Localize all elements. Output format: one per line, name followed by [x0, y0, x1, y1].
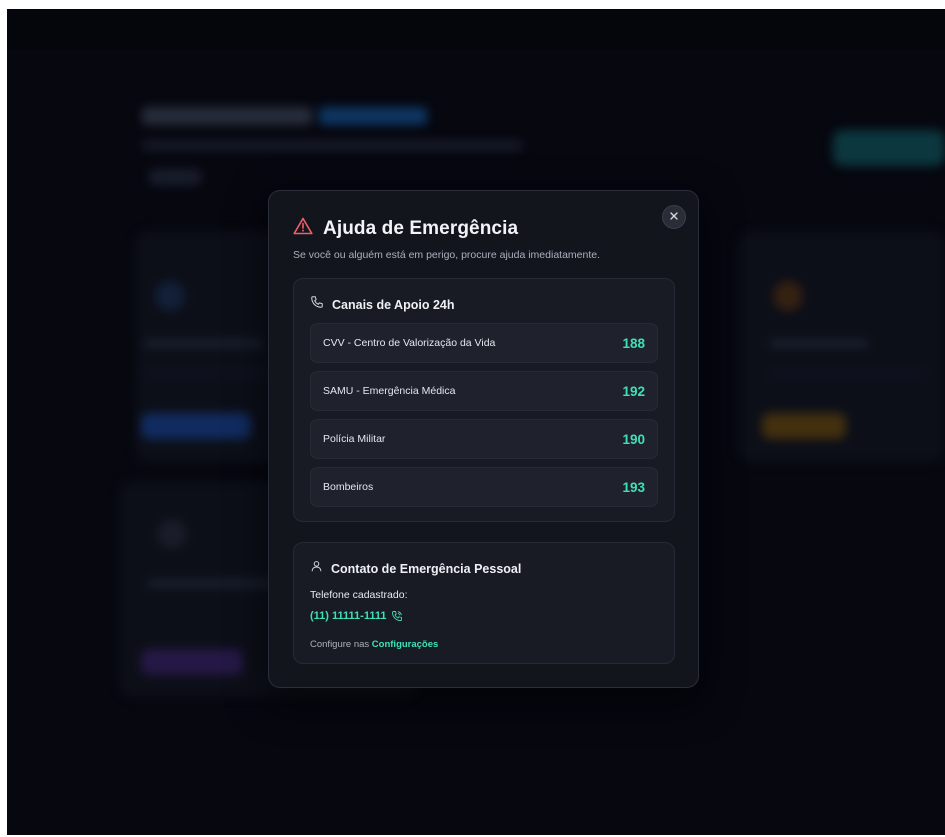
- support-line-name: Bombeiros: [323, 481, 374, 493]
- support-line-name: CVV - Centro de Valorização da Vida: [323, 337, 496, 349]
- warning-triangle-icon: [293, 217, 313, 240]
- support-line-number: 188: [622, 335, 645, 351]
- config-prefix: Configure nas: [310, 639, 370, 650]
- background-button: [762, 413, 846, 439]
- modal-subtitle: Se você ou alguém está em perigo, procur…: [293, 249, 601, 261]
- background-text: [147, 579, 277, 588]
- background-button: [141, 649, 243, 675]
- phone-call-link[interactable]: (11) 11111-1111: [310, 610, 403, 622]
- emergency-help-modal: Ajuda de Emergência Se você ou alguém es…: [268, 190, 699, 688]
- modal-header: Ajuda de Emergência: [293, 217, 518, 240]
- phone-label: Telefone cadastrado:: [310, 589, 408, 601]
- background-chip: [148, 169, 202, 185]
- background-text: [144, 339, 264, 348]
- support-line-item[interactable]: Bombeiros 193: [310, 467, 658, 507]
- personal-contact-title: Contato de Emergência Pessoal: [331, 561, 522, 576]
- background-icon: [155, 281, 185, 311]
- phone-number: (11) 11111-1111: [310, 610, 387, 622]
- close-button[interactable]: [662, 205, 686, 229]
- support-line-number: 192: [622, 383, 645, 399]
- phone-icon: [310, 295, 324, 314]
- background-text: [769, 339, 869, 348]
- personal-contact-section: Contato de Emergência Pessoal Telefone c…: [293, 542, 675, 664]
- support-line-number: 193: [622, 479, 645, 495]
- settings-link[interactable]: Configurações: [372, 639, 439, 650]
- support-lines-title: Canais de Apoio 24h: [332, 297, 455, 312]
- phone-call-icon: [391, 610, 403, 622]
- support-line-name: Polícia Militar: [323, 433, 386, 445]
- modal-title: Ajuda de Emergência: [323, 217, 519, 239]
- support-line-name: SAMU - Emergência Médica: [323, 385, 456, 397]
- background-icon: [773, 281, 803, 311]
- background-title: [142, 107, 312, 125]
- background-text: [767, 369, 927, 378]
- support-line-item[interactable]: CVV - Centro de Valorização da Vida 188: [310, 323, 658, 363]
- background-subtitle: [142, 141, 522, 150]
- support-line-item[interactable]: Polícia Militar 190: [310, 419, 658, 459]
- app-window: Ajuda de Emergência Se você ou alguém es…: [7, 9, 945, 835]
- background-button: [141, 413, 251, 439]
- support-lines-section: Canais de Apoio 24h CVV - Centro de Valo…: [293, 278, 675, 522]
- personal-contact-header: Contato de Emergência Pessoal: [310, 559, 521, 578]
- support-line-item[interactable]: SAMU - Emergência Médica 192: [310, 371, 658, 411]
- background-primary-button: [833, 130, 945, 166]
- support-lines-header: Canais de Apoio 24h: [310, 295, 454, 314]
- user-icon: [310, 559, 323, 578]
- close-icon: [669, 208, 679, 226]
- support-line-number: 190: [622, 431, 645, 447]
- background-icon: [157, 519, 187, 549]
- config-hint: Configure nas Configurações: [310, 639, 438, 650]
- background-title-accent: [319, 107, 427, 125]
